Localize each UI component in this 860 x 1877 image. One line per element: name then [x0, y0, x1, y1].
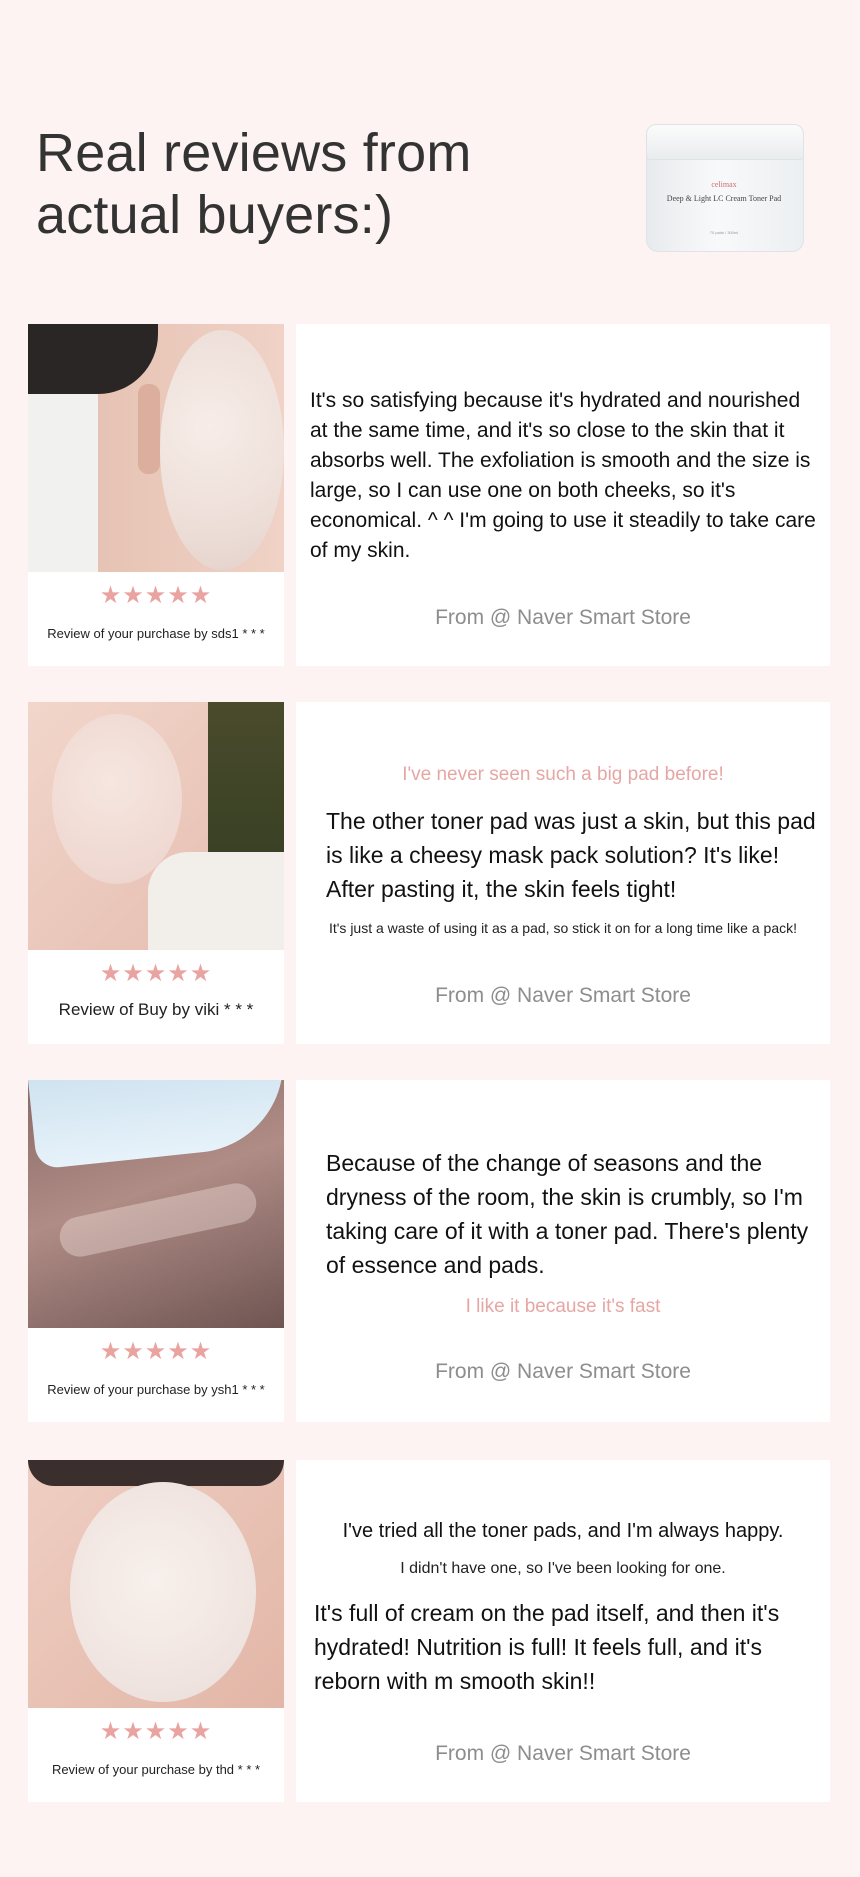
review-left-panel: ★★★★★ Review of Buy by viki * * *	[28, 702, 284, 1044]
review-right-panel: I've tried all the toner pads, and I'm a…	[296, 1460, 830, 1802]
review-author: Review of Buy by viki * * *	[58, 1000, 254, 1019]
review-author: Review of your purchase by ysh1 * * *	[47, 1382, 265, 1397]
jar-lid	[646, 124, 804, 160]
review-left-panel: ★★★★★ Review of your purchase by ysh1 * …	[28, 1080, 284, 1422]
review-text: It's full of cream on the pad itself, an…	[314, 1600, 780, 1694]
product-image: celimax Deep & Light LC Cream Toner Pad …	[644, 122, 804, 254]
review-intro: I've tried all the toner pads, and I'm a…	[342, 1520, 784, 1542]
review-left-panel: ★★★★★ Review of your purchase by sds1 * …	[28, 324, 284, 666]
star-rating: ★★★★★	[99, 1338, 213, 1365]
review-source: From @ Naver Smart Store	[435, 1742, 691, 1765]
review-right-panel: It's so satisfying because it's hydrated…	[296, 324, 830, 666]
star-rating: ★★★★★	[99, 582, 213, 609]
review-card: ★★★★★ Review of your purchase by thd * *…	[28, 1460, 830, 1802]
review-photo	[28, 1460, 284, 1708]
review-highlight: I like it because it's fast	[465, 1296, 661, 1317]
review-card: ★★★★★ Review of your purchase by sds1 * …	[28, 324, 830, 666]
review-note: I didn't have one, so I've been looking …	[400, 1560, 726, 1577]
review-author: Review of your purchase by sds1 * * *	[47, 626, 265, 641]
review-source: From @ Naver Smart Store	[435, 606, 691, 629]
review-card: ★★★★★ Review of Buy by viki * * * I've n…	[28, 702, 830, 1044]
product-spec: 70 pads / 300ml	[709, 230, 739, 235]
review-highlight: I've never seen such a big pad before!	[402, 764, 724, 785]
page-title: Real reviews from actual buyers:)	[36, 123, 472, 245]
product-brand: celimax	[711, 180, 737, 189]
review-right-panel: Because of the change of seasons and the…	[296, 1080, 830, 1422]
review-author: Review of your purchase by thd * * *	[51, 1762, 261, 1777]
review-text: The other toner pad was just a skin, but…	[326, 808, 816, 902]
review-text: It's so satisfying because it's hydrated…	[310, 389, 816, 562]
star-rating: ★★★★★	[99, 960, 213, 987]
product-name: Deep & Light LC Cream Toner Pad	[666, 194, 782, 203]
review-source: From @ Naver Smart Store	[435, 984, 691, 1007]
review-source: From @ Naver Smart Store	[435, 1360, 691, 1383]
review-photo	[28, 702, 284, 950]
star-rating: ★★★★★	[99, 1718, 213, 1745]
review-photo	[28, 1080, 284, 1328]
review-photo	[28, 324, 284, 572]
review-card: ★★★★★ Review of your purchase by ysh1 * …	[28, 1080, 830, 1422]
review-left-panel: ★★★★★ Review of your purchase by thd * *…	[28, 1460, 284, 1802]
review-right-panel: I've never seen such a big pad before! T…	[296, 702, 830, 1044]
review-note: It's just a waste of using it as a pad, …	[328, 920, 797, 936]
review-text: Because of the change of seasons and the…	[326, 1150, 809, 1278]
